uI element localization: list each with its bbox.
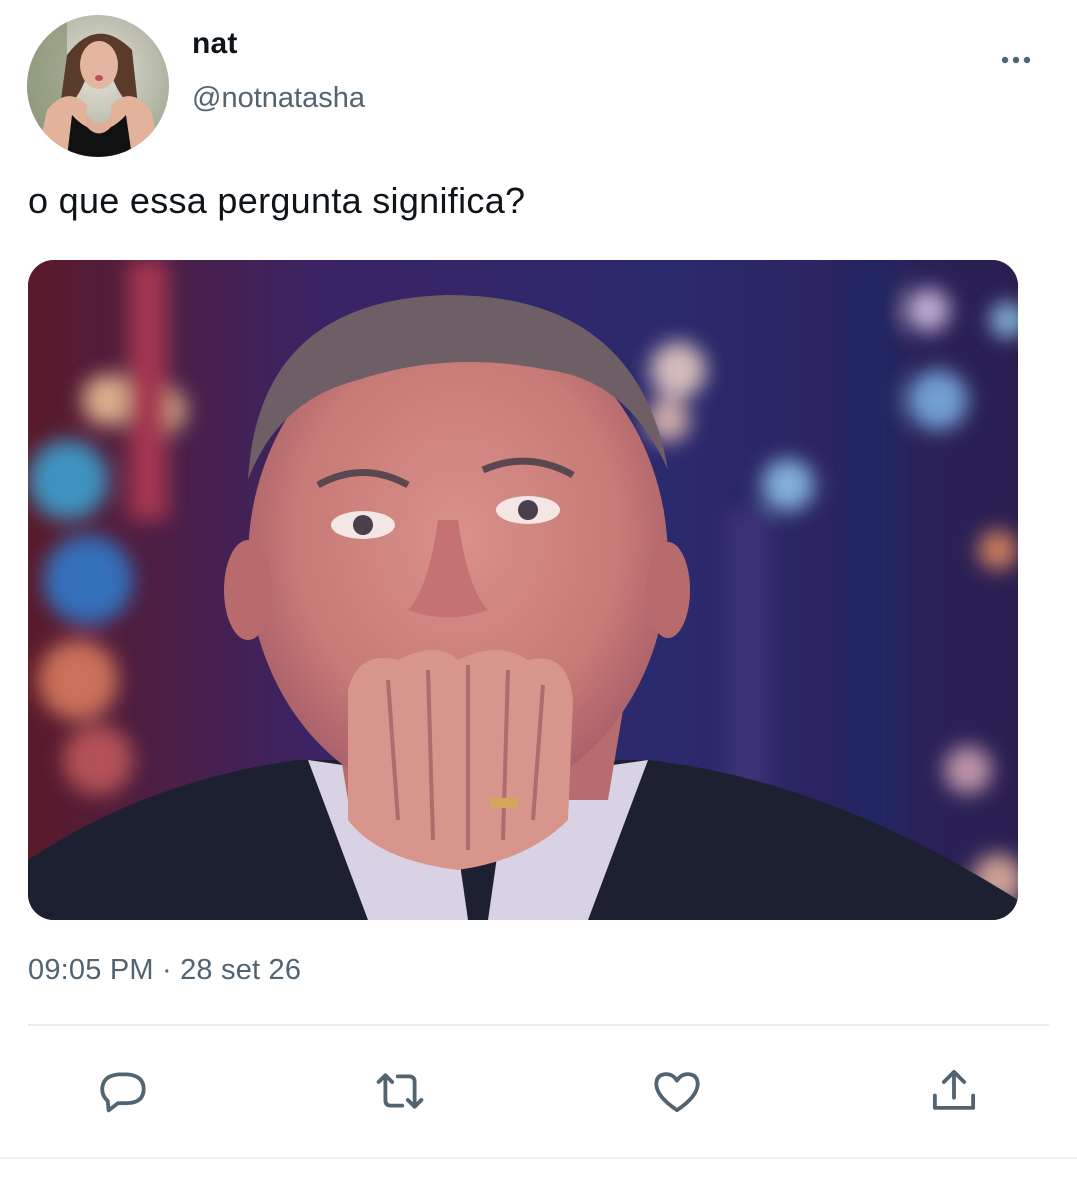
bottom-divider xyxy=(0,1157,1077,1159)
reply-button[interactable] xyxy=(95,1063,151,1119)
divider xyxy=(28,1024,1049,1026)
photo-icon xyxy=(28,260,1018,920)
tweet-text: o que essa pergunta significa? xyxy=(28,180,526,221)
tweet-media[interactable] xyxy=(28,260,1018,920)
tweet-timestamp[interactable]: 09:05 PM · 28 set 26 xyxy=(28,954,301,987)
speech-bubble-icon xyxy=(100,1072,146,1113)
more-options-button[interactable] xyxy=(997,48,1037,72)
upload-share-icon xyxy=(932,1069,976,1110)
tweet: nat @notnatasha o que essa pergunta sign… xyxy=(0,0,1077,1200)
heart-icon xyxy=(654,1072,700,1113)
avatar[interactable] xyxy=(27,15,169,157)
profile-photo-icon xyxy=(27,15,169,157)
retweet-button[interactable] xyxy=(372,1063,428,1119)
more-horizontal-icon xyxy=(1001,56,1031,64)
share-button[interactable] xyxy=(926,1063,982,1119)
user-handle[interactable]: @notnatasha xyxy=(192,82,365,115)
display-name[interactable]: nat xyxy=(192,27,238,61)
retweet-arrows-icon xyxy=(376,1073,424,1109)
like-button[interactable] xyxy=(649,1063,705,1119)
